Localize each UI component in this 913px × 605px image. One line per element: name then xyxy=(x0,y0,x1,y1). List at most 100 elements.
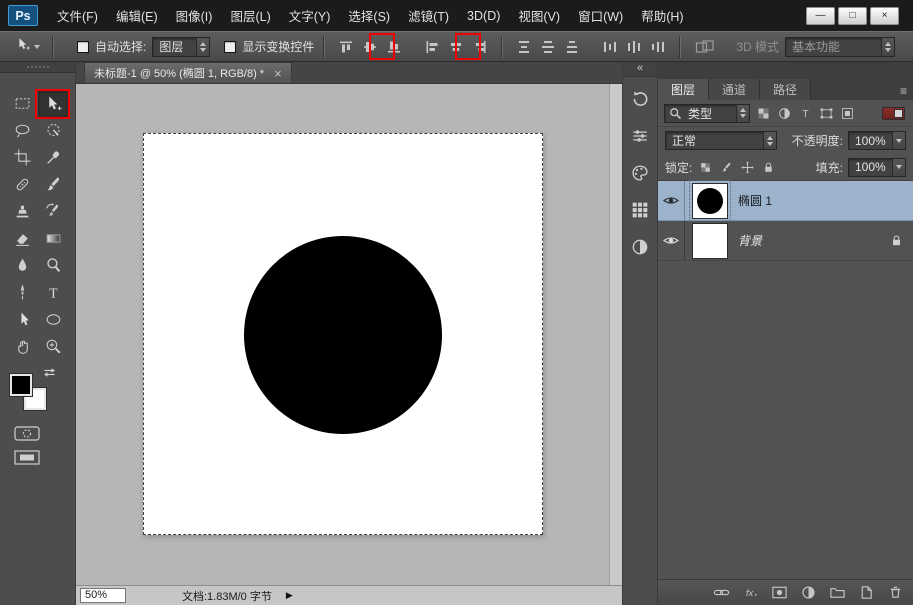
menu-item[interactable]: 图像(I) xyxy=(167,0,222,31)
pen-tool[interactable] xyxy=(7,279,38,306)
ellipse-tool[interactable] xyxy=(38,306,69,333)
distribute-right-edges-button[interactable] xyxy=(646,35,670,59)
tab-channels[interactable]: 通道 xyxy=(709,79,760,100)
quick-selection-tool[interactable] xyxy=(38,117,69,144)
filter-type-dropdown[interactable]: 类型 xyxy=(664,104,750,123)
history-panel-button[interactable] xyxy=(627,87,653,111)
chevron-down-icon[interactable] xyxy=(892,159,905,176)
lasso-tool[interactable] xyxy=(7,117,38,144)
align-right-edges-button[interactable] xyxy=(468,35,492,59)
menu-item[interactable]: 帮助(H) xyxy=(632,0,692,31)
expand-panels-icon[interactable]: « xyxy=(623,62,657,77)
filter-adjustment-layers-button[interactable] xyxy=(774,104,795,123)
lock-position-button[interactable] xyxy=(738,158,757,177)
blur-tool[interactable] xyxy=(7,252,38,279)
swap-colors-icon[interactable] xyxy=(42,366,57,384)
color-panel-button[interactable] xyxy=(627,161,653,185)
move-tool[interactable] xyxy=(38,90,69,117)
clone-stamp-tool[interactable] xyxy=(7,198,38,225)
path-selection-tool[interactable] xyxy=(7,306,38,333)
blend-mode-dropdown[interactable]: 正常 xyxy=(665,131,777,150)
align-left-edges-button[interactable] xyxy=(420,35,444,59)
add-layer-mask-button[interactable] xyxy=(769,583,789,603)
auto-align-layers-button[interactable] xyxy=(690,35,720,59)
delete-layer-button[interactable] xyxy=(885,583,905,603)
menu-item[interactable]: 窗口(W) xyxy=(569,0,632,31)
opacity-dropdown[interactable]: 100% xyxy=(848,131,906,150)
panel-menu-icon[interactable]: ≡ xyxy=(900,85,907,97)
link-layers-button[interactable] xyxy=(711,583,731,603)
filter-pixel-layers-button[interactable] xyxy=(753,104,774,123)
layer-row-ellipse[interactable]: 椭圆 1 xyxy=(658,181,913,221)
crop-tool[interactable] xyxy=(7,144,38,171)
filter-shape-layers-button[interactable] xyxy=(816,104,837,123)
align-top-edges-button[interactable] xyxy=(334,35,358,59)
fill-dropdown[interactable]: 100% xyxy=(848,158,906,177)
brush-tool[interactable] xyxy=(38,171,69,198)
layer-thumbnail[interactable] xyxy=(692,223,728,259)
zoom-tool[interactable] xyxy=(38,333,69,360)
panel-group-header[interactable] xyxy=(658,62,913,79)
hand-tool[interactable] xyxy=(7,333,38,360)
auto-select-checkbox[interactable] xyxy=(77,41,89,53)
maximize-button[interactable]: □ xyxy=(838,7,867,25)
spinner-arrows-icon[interactable] xyxy=(881,38,894,56)
document-canvas[interactable] xyxy=(143,133,543,535)
chevron-down-icon[interactable] xyxy=(892,132,905,149)
align-vertical-centers-button[interactable] xyxy=(358,35,382,59)
spinner-arrows-icon[interactable] xyxy=(736,105,749,122)
align-bottom-edges-button[interactable] xyxy=(382,35,406,59)
canvas-viewport[interactable] xyxy=(76,84,622,585)
new-layer-button[interactable] xyxy=(856,583,876,603)
tab-paths[interactable]: 路径 xyxy=(760,79,811,100)
toolbar-grip[interactable] xyxy=(0,62,75,73)
auto-select-target-dropdown[interactable]: 图层 xyxy=(152,37,210,57)
distribute-bottom-edges-button[interactable] xyxy=(560,35,584,59)
lock-all-button[interactable] xyxy=(759,158,778,177)
new-adjustment-layer-button[interactable] xyxy=(798,583,818,603)
menu-item[interactable]: 滤镜(T) xyxy=(399,0,458,31)
spinner-arrows-icon[interactable] xyxy=(196,38,209,56)
show-transform-checkbox[interactable] xyxy=(224,41,236,53)
align-horizontal-centers-button[interactable] xyxy=(444,35,468,59)
menu-item[interactable]: 选择(S) xyxy=(339,0,399,31)
layer-thumbnail[interactable] xyxy=(692,183,728,219)
filter-toggle[interactable] xyxy=(882,107,905,120)
menu-item[interactable]: 图层(L) xyxy=(221,0,279,31)
menu-item[interactable]: 视图(V) xyxy=(509,0,569,31)
close-button[interactable]: × xyxy=(870,7,899,25)
foreground-color-swatch[interactable] xyxy=(10,374,32,396)
layer-row-background[interactable]: 背景 xyxy=(658,221,913,261)
tab-layers[interactable]: 图层 xyxy=(658,79,709,100)
history-brush-tool[interactable] xyxy=(38,198,69,225)
menu-item[interactable]: 文件(F) xyxy=(48,0,107,31)
rectangular-marquee-tool[interactable] xyxy=(7,90,38,117)
new-group-button[interactable] xyxy=(827,583,847,603)
properties-panel-button[interactable] xyxy=(627,124,653,148)
document-tab[interactable]: 未标题-1 @ 50% (椭圆 1, RGB/8) * × xyxy=(84,62,292,83)
dodge-tool[interactable] xyxy=(38,252,69,279)
adjustments-panel-button[interactable] xyxy=(627,235,653,259)
layer-style-button[interactable]: fx xyxy=(740,583,760,603)
menu-item[interactable]: 编辑(E) xyxy=(107,0,167,31)
screen-mode-button[interactable] xyxy=(14,450,40,468)
ellipse-shape[interactable] xyxy=(244,236,442,434)
type-tool[interactable]: T xyxy=(38,279,69,306)
spot-healing-brush-tool[interactable] xyxy=(7,171,38,198)
lock-image-pixels-button[interactable] xyxy=(717,158,736,177)
filter-smart-objects-button[interactable] xyxy=(837,104,858,123)
close-tab-icon[interactable]: × xyxy=(274,67,282,80)
eraser-tool[interactable] xyxy=(7,225,38,252)
eyedropper-tool[interactable] xyxy=(38,144,69,171)
menu-item[interactable]: 文字(Y) xyxy=(280,0,340,31)
status-menu-arrow[interactable]: ▶ xyxy=(286,590,293,601)
visibility-toggle[interactable] xyxy=(658,221,685,260)
minimize-button[interactable]: — xyxy=(806,7,835,25)
spinner-arrows-icon[interactable] xyxy=(763,132,776,149)
quick-mask-button[interactable] xyxy=(14,426,40,444)
distribute-top-edges-button[interactable] xyxy=(512,35,536,59)
distribute-horizontal-centers-button[interactable] xyxy=(622,35,646,59)
menu-item[interactable]: 3D(D) xyxy=(458,0,509,31)
swatches-panel-button[interactable] xyxy=(627,198,653,222)
vertical-scrollbar[interactable] xyxy=(609,84,622,585)
